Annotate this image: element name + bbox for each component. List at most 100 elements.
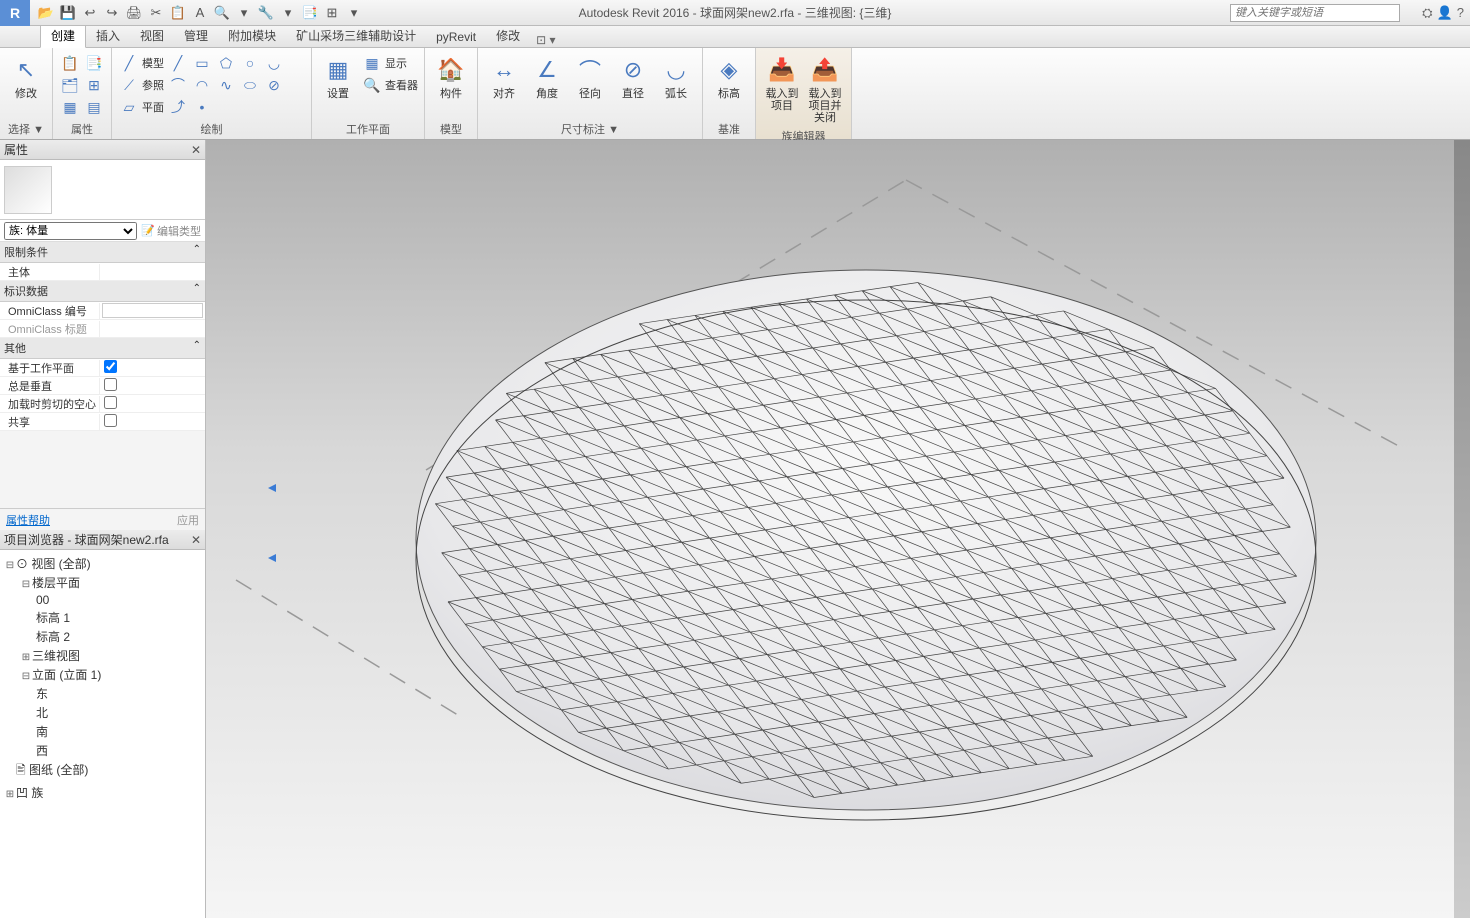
app-icon[interactable]: R [0,0,30,26]
property-help-link[interactable]: 属性帮助 [6,512,50,528]
edit-type-button[interactable]: 📝 编辑类型 [141,223,201,239]
draw-rect[interactable]: ▭ [191,52,213,74]
apply-button[interactable]: 应用 [177,512,199,528]
dim-radial-button[interactable]: ⌒径向 [570,52,610,102]
help-icon[interactable]: ? [1457,5,1464,21]
tree-elevations[interactable]: ⊟立面 (立面 1) [4,665,201,684]
ref-line-icon[interactable]: ⟋ [118,74,140,96]
ribbon-tab-1[interactable]: 插入 [86,24,130,47]
ribbon-tab-6[interactable]: pyRevit [426,27,486,47]
dim-align-button[interactable]: ↔对齐 [484,52,524,102]
close-icon[interactable]: ✕ [191,533,201,547]
qat-btn-6[interactable]: 📋 [168,3,188,23]
component-button[interactable]: 🏠构件 [431,52,471,102]
draw-arc3[interactable]: ◠ [191,74,213,96]
draw-arc1[interactable]: ◡ [263,52,285,74]
qat-btn-10[interactable]: 🔧 [256,3,276,23]
draw-spline[interactable]: ∿ [215,74,237,96]
family-type-dropdown[interactable]: 族: 体量 [4,222,137,240]
prop-btn1[interactable]: 📋 [59,52,81,74]
tree-fp-l2[interactable]: 标高 2 [4,627,201,646]
tree-families[interactable]: ⊞凹 族 [4,783,201,802]
prop-btn2[interactable]: 📑 [83,52,105,74]
qat-btn-0[interactable]: 📂 [36,3,56,23]
set-plane-button[interactable]: ▦设置 [318,52,358,102]
infocenter-icon[interactable]: ⛭ [1422,5,1432,21]
qat-btn-12[interactable]: 📑 [300,3,320,23]
dim-angle-button[interactable]: ∠角度 [527,52,567,102]
draw-pick[interactable]: ⤴ [167,96,189,118]
dim-radial-label: 径向 [579,88,601,100]
qat-btn-1[interactable]: 💾 [58,3,78,23]
panel-title-draw: 绘制 [118,119,305,137]
viewport-scrollbar[interactable] [1454,140,1470,918]
ribbon-tab-4[interactable]: 附加模块 [218,24,286,47]
qat-btn-14[interactable]: ▾ [344,3,364,23]
modify-button[interactable]: ↖ 修改 [6,52,46,102]
load-project-button[interactable]: 📥载入到 项目 [762,52,802,114]
user-icon[interactable]: 👤 [1437,5,1453,21]
section-constraints[interactable]: 限制条件⌃ [0,242,205,263]
draw-partial[interactable]: ⊘ [263,74,285,96]
prop-btn3[interactable]: 🗂 [59,74,81,96]
tree-sheets[interactable]: 🖹 图纸 (全部) [4,760,201,783]
line-icon[interactable]: ╱ [118,52,140,74]
omni-num-input[interactable] [102,303,203,318]
tree-fp-00[interactable]: 00 [4,592,201,608]
qat-btn-8[interactable]: 🔍 [212,3,232,23]
prop-btn6[interactable]: ▤ [83,96,105,118]
show-plane-icon[interactable]: ▦ [361,52,383,74]
close-icon[interactable]: ✕ [191,143,201,157]
section-identity[interactable]: 标识数据⌃ [0,281,205,302]
qat-btn-7[interactable]: A [190,3,210,23]
workplane-checkbox[interactable] [104,360,117,373]
ribbon-panel-dimension: ↔对齐 ∠角度 ⌒径向 ⊘直径 ◡弧长 尺寸标注 ▼ [478,48,703,139]
tree-fp-l1[interactable]: 标高 1 [4,608,201,627]
tree-3d-views[interactable]: ⊞三维视图 [4,646,201,665]
qat-btn-9[interactable]: ▾ [234,3,254,23]
vertical-checkbox[interactable] [104,378,117,391]
viewer-icon[interactable]: 🔍 [361,74,383,96]
level-icon: ◈ [713,54,745,86]
ribbon-tab-5[interactable]: 矿山采场三维辅助设计 [286,24,426,47]
search-input[interactable] [1230,4,1400,22]
qat-btn-2[interactable]: ↩ [80,3,100,23]
draw-poly[interactable]: ⬠ [215,52,237,74]
panel-title-select: 选择 ▼ [6,119,46,137]
ribbon-tab-3[interactable]: 管理 [174,24,218,47]
tree-elev-north[interactable]: 北 [4,703,201,722]
ribbon-tab-7[interactable]: 修改 [486,24,530,47]
ribbon-tab-2[interactable]: 视图 [130,24,174,47]
qat-btn-3[interactable]: ↪ [102,3,122,23]
section-other[interactable]: 其他⌃ [0,338,205,359]
ref-plane-icon[interactable]: ▱ [118,96,140,118]
draw-ellipse[interactable]: ⬭ [239,74,261,96]
draw-circle[interactable]: ○ [239,52,261,74]
prop-btn4[interactable]: ⊞ [83,74,105,96]
prop-btn5[interactable]: ▦ [59,96,81,118]
qat-btn-13[interactable]: ⊞ [322,3,342,23]
draw-arc2[interactable]: ⌒ [167,74,189,96]
tree-elev-east[interactable]: 东 [4,684,201,703]
ribbon-tab-0[interactable]: 创建 [40,23,86,48]
draw-point[interactable]: • [191,96,213,118]
voids-checkbox[interactable] [104,396,117,409]
draw-line[interactable]: ╱ [167,52,189,74]
properties-header: 属性 ✕ [0,140,205,160]
panel-title-properties: 属性 [59,119,105,137]
dim-diameter-button[interactable]: ⊘直径 [613,52,653,102]
level-button[interactable]: ◈标高 [709,52,749,102]
load-close-button[interactable]: 📤载入到 项目并关闭 [805,52,845,126]
viewport-3d[interactable] [206,140,1470,918]
qat-btn-5[interactable]: ✂ [146,3,166,23]
title-right-buttons: ⛭ 👤 ? [1422,5,1464,21]
shared-checkbox[interactable] [104,414,117,427]
tree-floor-plans[interactable]: ⊟楼层平面 [4,573,201,592]
ribbon-tab-extra[interactable]: ⊡ ▾ [536,33,555,47]
dim-arc-button[interactable]: ◡弧长 [656,52,696,102]
tree-elev-west[interactable]: 西 [4,741,201,760]
qat-btn-4[interactable]: 🖨 [124,3,144,23]
tree-elev-south[interactable]: 南 [4,722,201,741]
tree-views[interactable]: ⊟⊙ 视图 (全部) [4,554,201,573]
qat-btn-11[interactable]: ▾ [278,3,298,23]
